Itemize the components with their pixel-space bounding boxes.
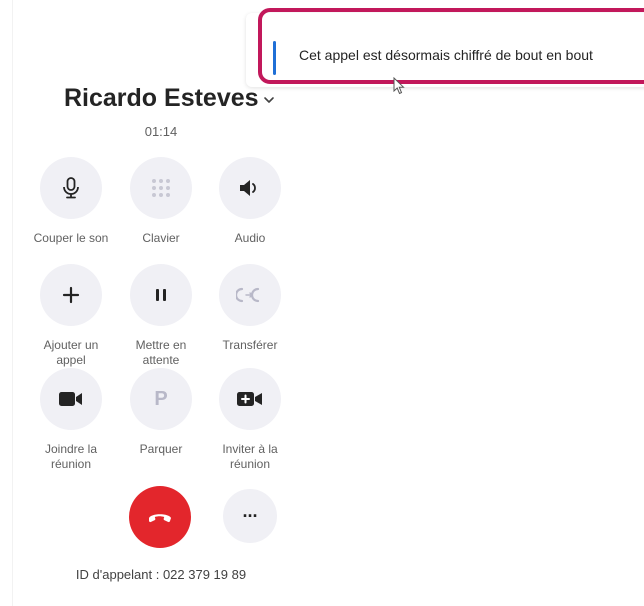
audio-label: Audio [234,231,266,245]
audio-button[interactable] [219,157,281,219]
caller-id: ID d'appelant : 022 379 19 89 [75,567,247,582]
mute-button[interactable] [40,157,102,219]
add-call-button[interactable] [40,264,102,326]
pause-icon [156,289,166,301]
mouse-cursor-icon [393,77,405,95]
keypad-label: Clavier [142,231,180,245]
add-call-label: Ajouter un appel [43,338,99,367]
video-camera-icon [59,392,82,406]
park-button[interactable]: P [130,368,192,430]
join-meeting-label: Joindre la réunion [44,442,98,471]
join-meeting-button[interactable] [40,368,102,430]
more-options-button[interactable]: ··· [223,489,277,543]
park-control: P Parquer [116,368,206,457]
plus-icon [62,286,80,304]
hangup-button[interactable] [129,486,191,548]
keypad-icon [152,179,170,197]
highlight-box [258,8,644,84]
add-call-control: Ajouter un appel [26,264,116,368]
transfer-label: Transférer [222,338,278,352]
video-add-icon [237,392,262,406]
speaker-icon [240,180,256,196]
transfer-icon [236,287,260,303]
park-icon: P [154,387,168,410]
keypad-control: Clavier [116,157,206,246]
panel-divider [12,0,13,606]
microphone-icon [63,177,79,199]
phone-hangup-icon [149,514,171,523]
transfer-button[interactable] [219,264,281,326]
call-panel: Ricardo Esteves 01:14 Couper le son Clav… [0,0,290,606]
mute-control: Couper le son [26,157,116,246]
hold-label: Mettre en attente [135,338,187,367]
invite-meeting-label: Inviter à la réunion [222,442,278,471]
keypad-button[interactable] [130,157,192,219]
caller-name: Ricardo Esteves [64,84,259,112]
more-options-icon: ··· [242,505,259,526]
chevron-down-icon[interactable] [262,93,276,107]
transfer-control: Transférer [205,264,295,353]
hold-button[interactable] [130,264,192,326]
join-meeting-control: Joindre la réunion [26,368,116,472]
invite-meeting-control: Inviter à la réunion [205,368,295,472]
invite-meeting-button[interactable] [219,368,281,430]
call-timer: 01:14 [144,124,178,139]
audio-control: Audio [205,157,295,246]
mute-label: Couper le son [33,231,109,245]
park-label: Parquer [139,442,183,456]
hold-control: Mettre en attente [116,264,206,368]
